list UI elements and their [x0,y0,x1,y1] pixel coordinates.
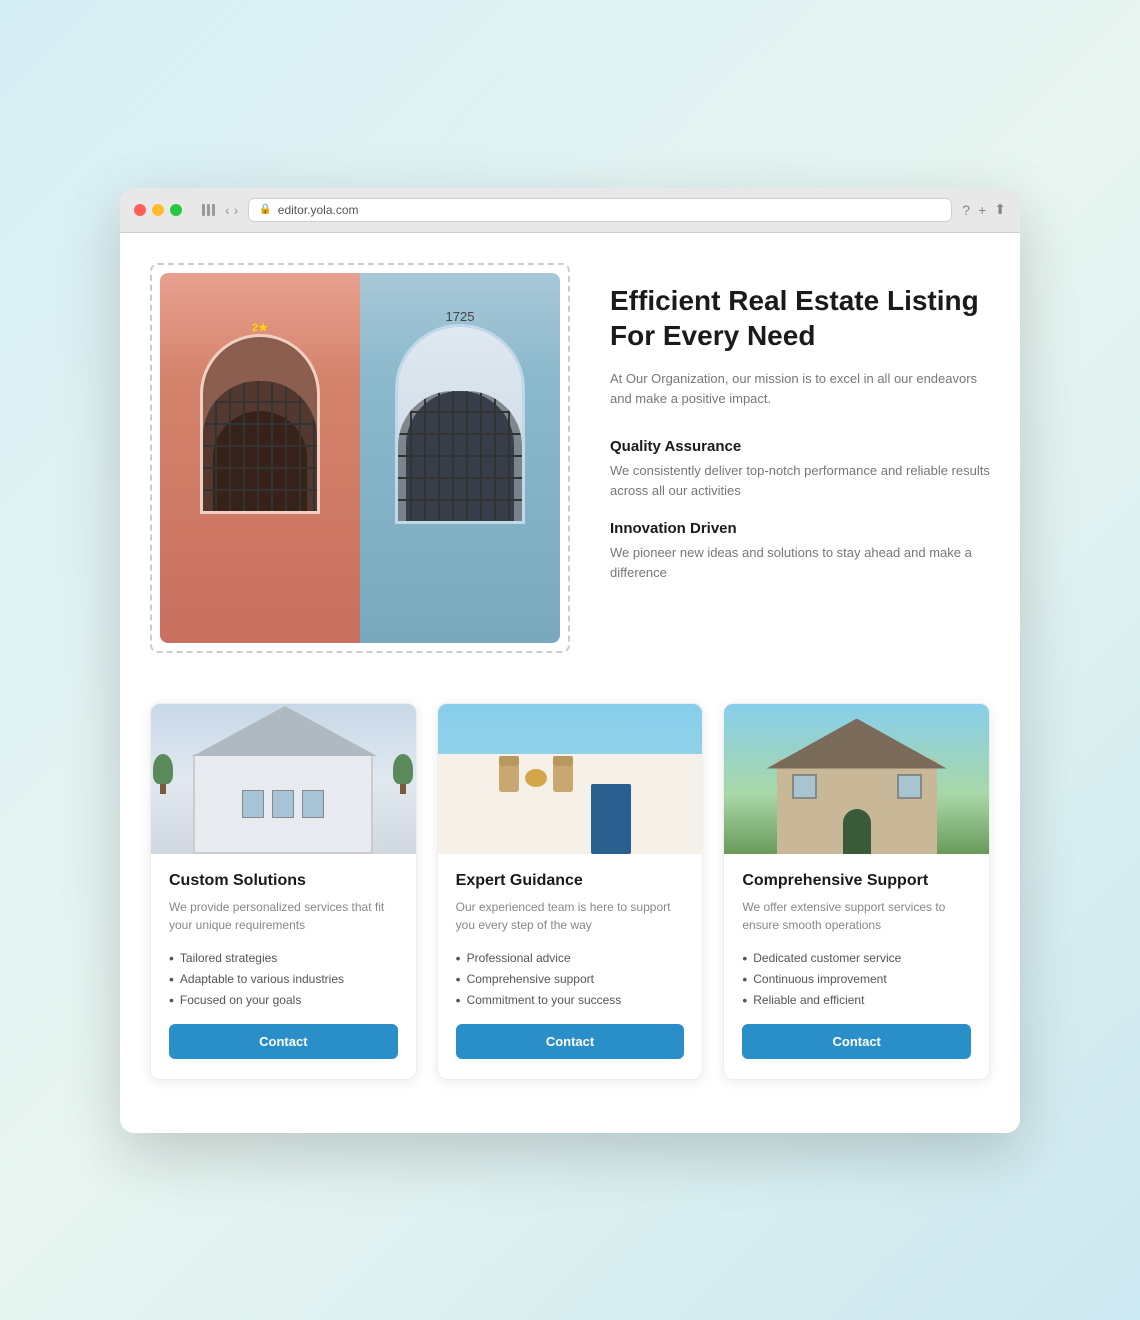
house2-facade [438,754,703,854]
card3-contact-button[interactable]: Contact [742,1024,971,1059]
card1-desc: We provide personalized services that fi… [169,898,398,934]
list-item: Comprehensive support [456,971,685,987]
card-custom-solutions: Custom Solutions We provide personalized… [150,703,417,1080]
house3-window-left [792,774,817,799]
add-tab-icon[interactable]: + [978,202,986,218]
hero-text: Efficient Real Estate Listing For Every … [610,263,990,603]
sidebar-toggle-icon[interactable] [202,204,215,216]
list-item: Professional advice [456,950,685,966]
house3-body [777,759,937,854]
chairs [499,764,573,792]
blue-door [591,784,631,854]
card1-list: Tailored strategies Adaptable to various… [169,950,398,1008]
browser-window: ‹ › 🔒 editor.yola.com ? + ⬆ 2★ [120,188,1020,1133]
card2-contact-button[interactable]: Contact [456,1024,685,1059]
maximize-button[interactable] [170,204,182,216]
card2-desc: Our experienced team is here to support … [456,898,685,934]
feature-quality-title: Quality Assurance [610,438,990,455]
back-arrow[interactable]: ‹ [225,202,230,218]
card3-body: Comprehensive Support We offer extensive… [724,854,989,1079]
feature-innovation: Innovation Driven We pioneer new ideas a… [610,520,990,582]
lock-icon: 🔒 [259,204,271,215]
card1-contact-button[interactable]: Contact [169,1024,398,1059]
door-arch-left [200,334,320,514]
door-number-right: 1725 [446,309,475,324]
card1-image [151,704,416,854]
help-icon[interactable]: ? [962,202,970,218]
card-expert-guidance: Expert Guidance Our experienced team is … [437,703,704,1080]
list-item: Reliable and efficient [742,992,971,1008]
list-item: Focused on your goals [169,992,398,1008]
house3-roof [767,719,947,769]
card2-image [438,704,703,854]
cards-section: Custom Solutions We provide personalized… [150,703,990,1080]
image-selection-border: 2★ 1725 [150,263,570,653]
door-right: 1725 [360,273,560,643]
house2-illustration [438,704,703,854]
list-item: Dedicated customer service [742,950,971,966]
card2-list: Professional advice Comprehensive suppor… [456,950,685,1008]
feature-quality: Quality Assurance We consistently delive… [610,438,990,500]
share-icon[interactable]: ⬆ [994,201,1006,218]
house3-illustration [724,704,989,854]
page-content: 2★ 1725 [120,233,1020,1133]
feature-innovation-desc: We pioneer new ideas and solutions to st… [610,543,990,582]
hero-section: 2★ 1725 [150,263,990,653]
card1-title: Custom Solutions [169,872,398,890]
card1-body: Custom Solutions We provide personalized… [151,854,416,1079]
card3-image [724,704,989,854]
house1-trees [153,754,413,854]
house3-window-right [897,774,922,799]
list-item: Commitment to your success [456,992,685,1008]
nav-arrows: ‹ › [225,202,238,218]
door-number-left: 2★ [252,321,268,334]
minimize-button[interactable] [152,204,164,216]
feature-quality-desc: We consistently deliver top-notch perfor… [610,461,990,500]
card2-title: Expert Guidance [456,872,685,890]
forward-arrow[interactable]: › [234,202,239,218]
url-text: editor.yola.com [278,203,359,217]
chair1 [499,764,519,792]
house3-door [843,809,871,854]
list-item: Continuous improvement [742,971,971,987]
list-item: Adaptable to various industries [169,971,398,987]
door-gate-left [203,381,317,511]
hero-image: 2★ 1725 [160,273,560,643]
hero-image-container: 2★ 1725 [150,263,570,653]
address-bar[interactable]: 🔒 editor.yola.com [248,198,952,222]
card2-body: Expert Guidance Our experienced team is … [438,854,703,1079]
traffic-lights [134,204,182,216]
browser-toolbar: ‹ › 🔒 editor.yola.com ? + ⬆ [120,188,1020,233]
card3-desc: We offer extensive support services to e… [742,898,971,934]
house1-illustration [151,704,416,854]
chair2 [553,764,573,792]
card3-title: Comprehensive Support [742,872,971,890]
table [525,769,547,787]
door-arch-right [395,324,525,524]
door-left: 2★ [160,273,360,643]
hero-subtitle: At Our Organization, our mission is to e… [610,369,990,411]
close-button[interactable] [134,204,146,216]
hero-title: Efficient Real Estate Listing For Every … [610,283,990,353]
feature-innovation-title: Innovation Driven [610,520,990,537]
list-item: Tailored strategies [169,950,398,966]
card-comprehensive-support: Comprehensive Support We offer extensive… [723,703,990,1080]
toolbar-actions: ? + ⬆ [962,201,1006,218]
door-gate-right [398,391,522,521]
card3-list: Dedicated customer service Continuous im… [742,950,971,1008]
